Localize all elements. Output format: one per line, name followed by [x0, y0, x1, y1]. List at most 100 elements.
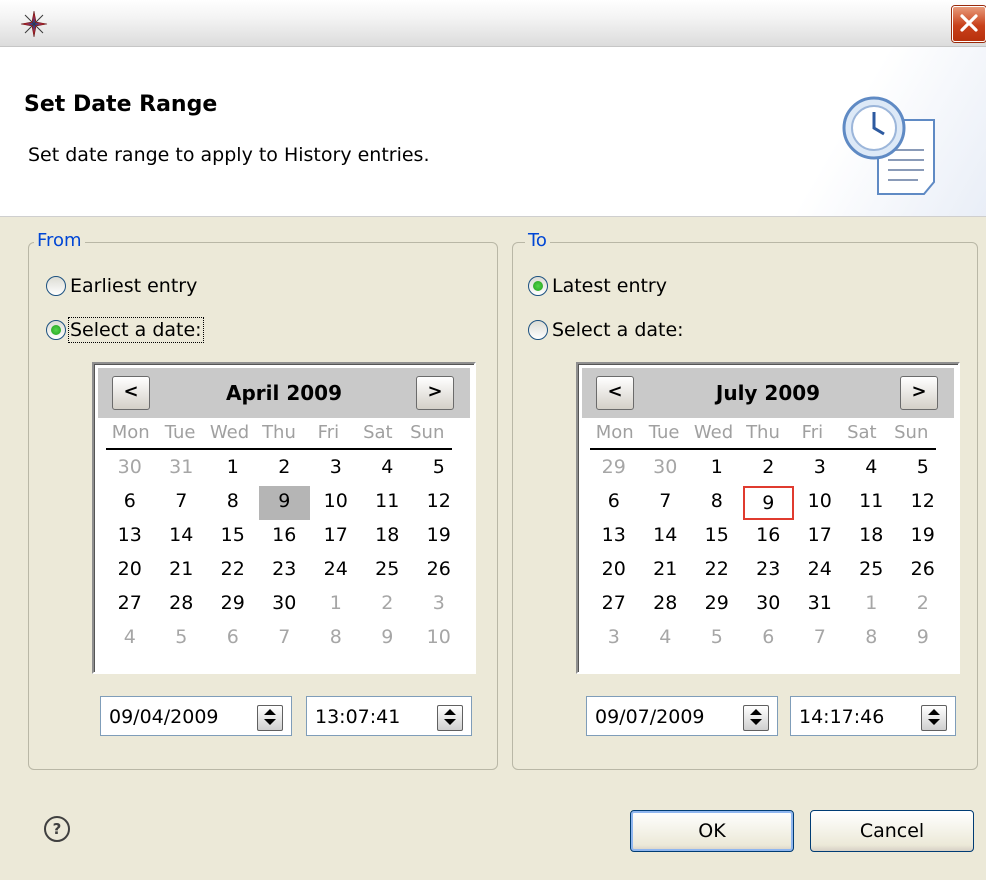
day-cell[interactable]: 6: [743, 622, 795, 656]
radio-to-select-date[interactable]: [528, 320, 548, 340]
day-cell[interactable]: 25: [846, 554, 898, 588]
day-cell[interactable]: 15: [207, 520, 259, 554]
next-month-button[interactable]: >: [900, 376, 938, 410]
day-cell[interactable]: 26: [413, 554, 465, 588]
day-cell[interactable]: 3: [588, 622, 640, 656]
day-cell[interactable]: 29: [691, 588, 743, 622]
day-cell[interactable]: 23: [743, 554, 795, 588]
day-cell[interactable]: 31: [156, 452, 208, 486]
date-spinner[interactable]: [743, 705, 769, 731]
radio-from-select-date[interactable]: [46, 320, 66, 340]
day-cell[interactable]: 21: [640, 554, 692, 588]
day-cell[interactable]: 7: [259, 622, 311, 656]
day-cell[interactable]: 1: [846, 588, 898, 622]
from-time-field[interactable]: 13:07:41: [306, 696, 472, 736]
day-cell[interactable]: 4: [640, 622, 692, 656]
day-cell[interactable]: 15: [691, 520, 743, 554]
day-cell-selected[interactable]: 9: [258, 486, 310, 520]
radio-earliest-entry[interactable]: [46, 276, 66, 296]
prev-month-button[interactable]: <: [112, 376, 150, 410]
from-select-date-option[interactable]: Select a date:: [46, 316, 204, 344]
day-cell[interactable]: 1: [207, 452, 259, 486]
next-month-button[interactable]: >: [416, 376, 454, 410]
day-cell[interactable]: 29: [207, 588, 259, 622]
day-cell[interactable]: 18: [362, 520, 414, 554]
day-cell[interactable]: 16: [743, 520, 795, 554]
day-cell[interactable]: 20: [104, 554, 156, 588]
day-cell[interactable]: 16: [259, 520, 311, 554]
day-cell[interactable]: 26: [897, 554, 949, 588]
day-cell[interactable]: 2: [743, 452, 795, 486]
day-cell[interactable]: 2: [259, 452, 311, 486]
day-cell[interactable]: 22: [691, 554, 743, 588]
day-cell[interactable]: 21: [156, 554, 208, 588]
day-cell[interactable]: 3: [413, 588, 465, 622]
day-cell[interactable]: 14: [156, 520, 208, 554]
day-cell[interactable]: 28: [156, 588, 208, 622]
day-cell[interactable]: 13: [104, 520, 156, 554]
day-cell[interactable]: 18: [846, 520, 898, 554]
day-cell[interactable]: 4: [362, 452, 414, 486]
day-cell[interactable]: 1: [310, 588, 362, 622]
day-cell[interactable]: 7: [640, 486, 692, 520]
day-cell[interactable]: 24: [310, 554, 362, 588]
day-cell[interactable]: 1: [691, 452, 743, 486]
day-cell[interactable]: 14: [640, 520, 692, 554]
day-cell[interactable]: 29: [588, 452, 640, 486]
day-cell[interactable]: 12: [413, 486, 465, 520]
day-cell[interactable]: 30: [259, 588, 311, 622]
day-cell[interactable]: 9: [362, 622, 414, 656]
time-spinner[interactable]: [921, 705, 947, 731]
day-cell[interactable]: 5: [897, 452, 949, 486]
from-earliest-option[interactable]: Earliest entry: [46, 272, 197, 300]
day-cell[interactable]: 31: [794, 588, 846, 622]
day-cell[interactable]: 3: [794, 452, 846, 486]
to-date-field[interactable]: 09/07/2009: [586, 696, 778, 736]
day-cell-today[interactable]: 9: [742, 486, 794, 520]
day-cell[interactable]: 7: [794, 622, 846, 656]
day-cell[interactable]: 10: [413, 622, 465, 656]
day-cell[interactable]: 17: [794, 520, 846, 554]
day-cell[interactable]: 19: [897, 520, 949, 554]
day-cell[interactable]: 12: [897, 486, 949, 520]
prev-month-button[interactable]: <: [596, 376, 634, 410]
day-cell[interactable]: 17: [310, 520, 362, 554]
day-cell[interactable]: 27: [104, 588, 156, 622]
day-cell[interactable]: 5: [156, 622, 208, 656]
day-cell[interactable]: 2: [897, 588, 949, 622]
to-select-date-option[interactable]: Select a date:: [528, 316, 684, 344]
day-cell[interactable]: 23: [259, 554, 311, 588]
day-cell[interactable]: 28: [640, 588, 692, 622]
day-cell[interactable]: 27: [588, 588, 640, 622]
day-cell[interactable]: 6: [588, 486, 640, 520]
time-spinner[interactable]: [437, 705, 463, 731]
day-cell[interactable]: 10: [794, 486, 846, 520]
day-cell[interactable]: 8: [846, 622, 898, 656]
day-cell[interactable]: 6: [104, 486, 156, 520]
day-cell[interactable]: 22: [207, 554, 259, 588]
day-cell[interactable]: 7: [156, 486, 208, 520]
day-cell[interactable]: 8: [310, 622, 362, 656]
ok-button[interactable]: OK: [630, 810, 794, 852]
day-cell[interactable]: 24: [794, 554, 846, 588]
from-date-field[interactable]: 09/04/2009: [100, 696, 292, 736]
day-cell[interactable]: 25: [362, 554, 414, 588]
close-button[interactable]: [952, 6, 986, 42]
day-cell[interactable]: 11: [846, 486, 898, 520]
day-cell[interactable]: 4: [104, 622, 156, 656]
day-cell[interactable]: 8: [207, 486, 259, 520]
day-cell[interactable]: 3: [310, 452, 362, 486]
day-cell[interactable]: 5: [691, 622, 743, 656]
cancel-button[interactable]: Cancel: [810, 810, 974, 852]
day-cell[interactable]: 9: [897, 622, 949, 656]
day-cell[interactable]: 30: [640, 452, 692, 486]
day-cell[interactable]: 2: [362, 588, 414, 622]
day-cell[interactable]: 13: [588, 520, 640, 554]
to-time-field[interactable]: 14:17:46: [790, 696, 956, 736]
day-cell[interactable]: 19: [413, 520, 465, 554]
help-icon[interactable]: ?: [44, 816, 70, 842]
radio-latest-entry[interactable]: [528, 276, 548, 296]
day-cell[interactable]: 30: [743, 588, 795, 622]
day-cell[interactable]: 5: [413, 452, 465, 486]
date-spinner[interactable]: [257, 705, 283, 731]
